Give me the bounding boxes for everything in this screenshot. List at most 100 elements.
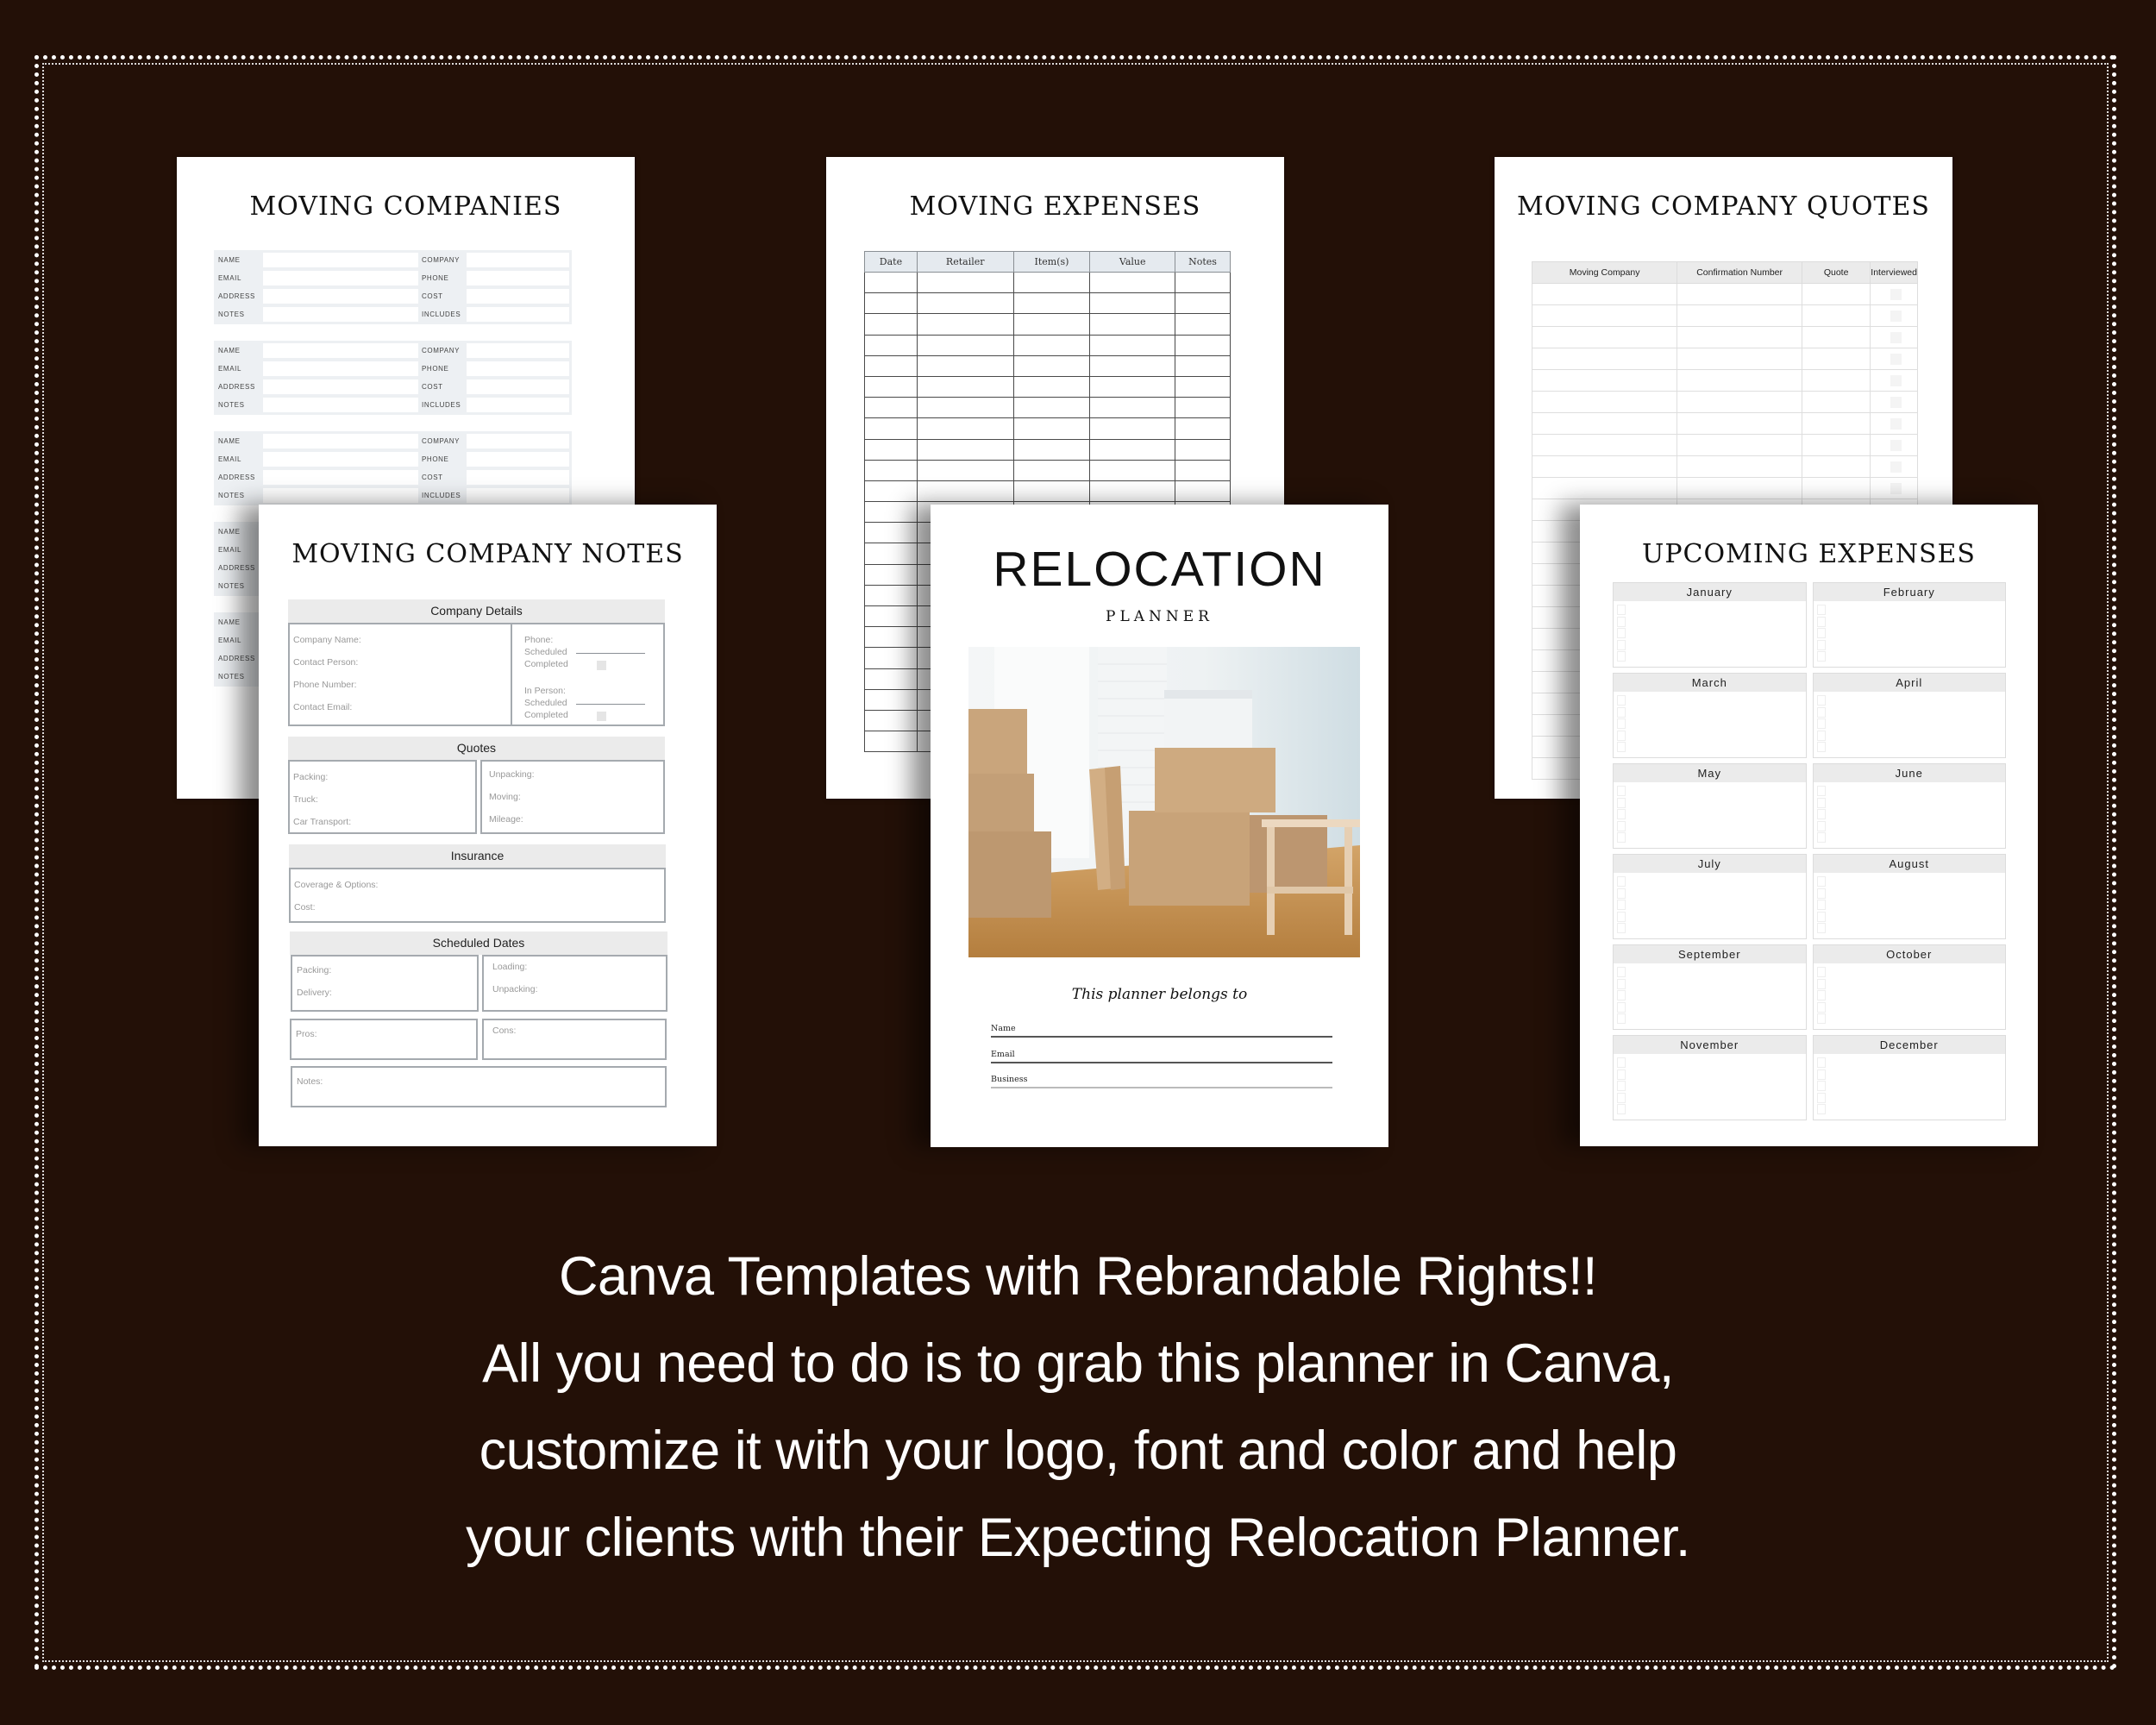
interviewed-checkbox[interactable] [1890, 418, 1902, 430]
table-cell[interactable] [864, 397, 918, 419]
table-cell[interactable] [864, 459, 918, 481]
expense-checkbox[interactable] [1816, 900, 1826, 910]
table-cell[interactable] [1089, 354, 1176, 377]
table-cell[interactable] [1175, 417, 1231, 440]
expense-checkbox[interactable] [1617, 1092, 1626, 1103]
expense-checkbox[interactable] [1617, 911, 1626, 922]
table-cell[interactable] [1175, 334, 1231, 356]
table-cell[interactable] [1012, 397, 1091, 419]
table-cell[interactable] [1531, 412, 1678, 435]
expense-checkbox[interactable] [1617, 695, 1626, 706]
table-cell[interactable] [864, 501, 918, 524]
field-input[interactable] [263, 343, 418, 358]
field-input[interactable] [467, 271, 569, 285]
table-cell[interactable] [1175, 375, 1231, 398]
field-input[interactable] [263, 361, 418, 376]
table-cell[interactable] [1801, 369, 1871, 392]
table-cell[interactable] [1531, 455, 1678, 478]
company-details-right-box[interactable]: Phone: Scheduled Completed In Person: Sc… [511, 623, 665, 726]
expense-checkbox[interactable] [1816, 651, 1826, 662]
expense-checkbox[interactable] [1816, 1104, 1826, 1114]
owner-name-field[interactable]: Name [991, 1024, 1332, 1038]
expense-checkbox[interactable] [1816, 1069, 1826, 1080]
table-cell[interactable] [1175, 313, 1231, 336]
table-cell[interactable] [1012, 438, 1091, 461]
field-input[interactable] [467, 470, 569, 485]
expense-checkbox[interactable] [1617, 1081, 1626, 1091]
expense-checkbox[interactable] [1816, 718, 1826, 729]
expense-checkbox[interactable] [1617, 605, 1626, 615]
table-cell[interactable] [864, 543, 918, 565]
interviewed-checkbox[interactable] [1890, 461, 1902, 473]
table-cell[interactable] [1801, 348, 1871, 370]
table-cell[interactable] [864, 522, 918, 544]
table-cell[interactable] [1089, 480, 1176, 503]
table-cell[interactable] [916, 438, 1014, 461]
expense-checkbox[interactable] [1816, 923, 1826, 933]
table-cell[interactable] [1089, 334, 1176, 356]
insurance-box[interactable]: Coverage & Options: Cost: [289, 868, 666, 923]
table-cell[interactable] [864, 668, 918, 690]
field-input[interactable] [467, 343, 569, 358]
table-cell[interactable] [1801, 477, 1871, 499]
table-cell[interactable] [1089, 459, 1176, 481]
field-input[interactable] [263, 488, 418, 503]
table-cell[interactable] [1531, 304, 1678, 327]
expense-checkbox[interactable] [1617, 820, 1626, 831]
table-cell[interactable] [1531, 348, 1678, 370]
expense-checkbox[interactable] [1617, 651, 1626, 662]
table-cell[interactable] [864, 292, 918, 315]
notes-box[interactable]: Notes: [291, 1066, 667, 1107]
field-input[interactable] [263, 271, 418, 285]
table-cell[interactable] [916, 375, 1014, 398]
table-cell[interactable] [1531, 434, 1678, 456]
field-input[interactable] [467, 488, 569, 503]
table-cell[interactable] [1801, 455, 1871, 478]
field-input[interactable] [263, 434, 418, 448]
table-cell[interactable] [916, 292, 1014, 315]
table-cell[interactable] [1801, 326, 1871, 348]
table-cell[interactable] [1175, 438, 1231, 461]
table-cell[interactable] [1531, 477, 1678, 499]
expense-checkbox[interactable] [1816, 967, 1826, 977]
expense-checkbox[interactable] [1617, 876, 1626, 887]
expense-checkbox[interactable] [1617, 1013, 1626, 1024]
field-input[interactable] [263, 452, 418, 467]
expense-checkbox[interactable] [1816, 1013, 1826, 1024]
table-cell[interactable] [1012, 292, 1091, 315]
interviewed-checkbox[interactable] [1890, 483, 1902, 494]
table-cell[interactable] [1175, 397, 1231, 419]
interviewed-checkbox[interactable] [1890, 440, 1902, 451]
quotes-right-box[interactable]: Unpacking: Moving: Mileage: [480, 760, 665, 834]
expense-checkbox[interactable] [1816, 605, 1826, 615]
expense-checkbox[interactable] [1816, 628, 1826, 638]
table-cell[interactable] [916, 354, 1014, 377]
table-cell[interactable] [1175, 354, 1231, 377]
table-cell[interactable] [1012, 417, 1091, 440]
expense-checkbox[interactable] [1617, 888, 1626, 899]
interviewed-checkbox[interactable] [1890, 289, 1902, 300]
expense-checkbox[interactable] [1816, 876, 1826, 887]
table-cell[interactable] [1012, 354, 1091, 377]
table-cell[interactable] [1175, 292, 1231, 315]
expense-checkbox[interactable] [1617, 730, 1626, 741]
field-input[interactable] [467, 361, 569, 376]
expense-checkbox[interactable] [1816, 1001, 1826, 1013]
field-input[interactable] [467, 434, 569, 448]
table-cell[interactable] [1012, 313, 1091, 336]
table-cell[interactable] [1175, 271, 1231, 294]
table-cell[interactable] [864, 417, 918, 440]
table-cell[interactable] [1801, 434, 1871, 456]
table-cell[interactable] [864, 438, 918, 461]
expense-checkbox[interactable] [1816, 730, 1826, 741]
table-cell[interactable] [1089, 438, 1176, 461]
expense-checkbox[interactable] [1816, 616, 1826, 627]
table-cell[interactable] [864, 647, 918, 669]
table-cell[interactable] [864, 688, 918, 711]
table-cell[interactable] [864, 731, 918, 753]
expense-checkbox[interactable] [1816, 911, 1826, 922]
owner-business-field[interactable]: Business [991, 1075, 1332, 1088]
table-cell[interactable] [1012, 271, 1091, 294]
expense-checkbox[interactable] [1816, 820, 1826, 831]
interviewed-checkbox[interactable] [1890, 310, 1902, 322]
